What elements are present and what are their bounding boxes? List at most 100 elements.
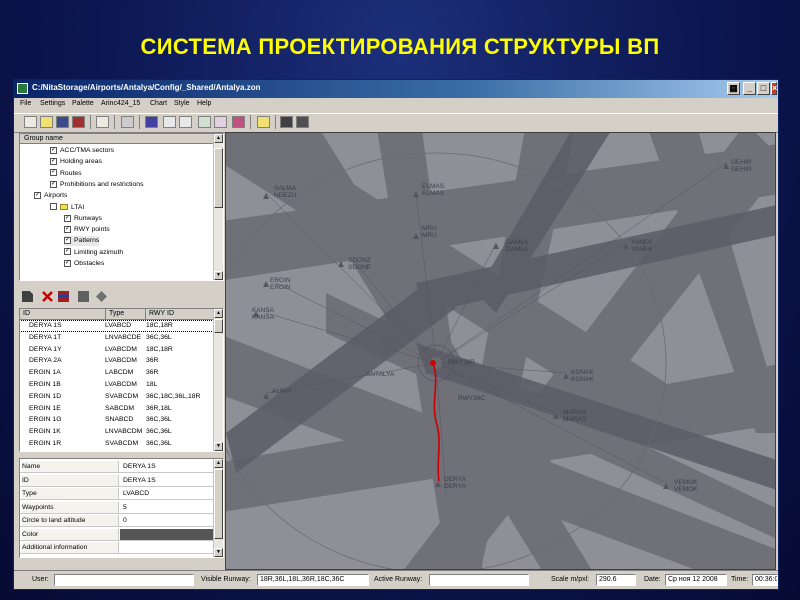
save-icon[interactable] (56, 116, 69, 128)
menu-settings[interactable]: Settings (40, 100, 65, 107)
tree-header[interactable]: Group name (20, 134, 223, 144)
checkbox[interactable]: ✓ (50, 180, 57, 188)
table-row[interactable]: ERGIN 1K LNVABCDM 36C,36L (20, 427, 215, 437)
checkbox[interactable]: ✓ (64, 214, 71, 222)
column-id[interactable]: ID (23, 309, 30, 319)
waypoint-maras[interactable]: MARAS MARAS (563, 409, 586, 423)
stop-icon[interactable] (78, 291, 89, 302)
checkbox[interactable] (50, 203, 57, 211)
tree-item[interactable]: ✓ Runways (64, 214, 102, 224)
checkbox[interactable]: ✓ (64, 248, 71, 256)
property-value[interactable] (120, 528, 214, 540)
tree-item[interactable]: ✓ Airports (34, 191, 67, 201)
table-row[interactable]: ERGIN 1E SABCDM 36R,18L (20, 404, 215, 414)
maximize-button[interactable]: □ (757, 82, 770, 95)
delete-route-icon[interactable] (42, 291, 53, 302)
tree-item[interactable]: LTAI (50, 203, 84, 213)
table-row[interactable]: DERYA 1S LVABCD 18C,18R (20, 320, 216, 332)
waypoint-derya[interactable]: DERYA DERYA (444, 476, 466, 490)
open-layer-icon[interactable] (257, 116, 270, 128)
waypoint-sdonz[interactable]: SDONZ SDONE (348, 257, 371, 271)
menu-palette[interactable]: Palette (72, 100, 94, 107)
scroll-up-icon[interactable]: ▲ (214, 134, 223, 143)
print-icon[interactable] (96, 116, 109, 128)
title-bar[interactable]: C:/NitaStorage/Airports/Antalya/Config/_… (14, 80, 778, 98)
minimize-button[interactable]: _ (743, 82, 756, 95)
checkbox[interactable]: ✓ (64, 259, 71, 267)
tree-item[interactable]: ✓ RWY points (64, 225, 110, 235)
table-row[interactable]: ERGIN 1G SNABCD 36C,36L (20, 415, 215, 425)
map-canvas[interactable]: SALMA NDEZU ELMAS ELMAS MRU MRU DAMLA DAMLA … (225, 132, 776, 570)
waypoint-gehir[interactable]: GEHIR GEHIR (731, 159, 752, 173)
checkbox[interactable]: ✓ (64, 237, 71, 245)
waypoint-konak[interactable]: KONAK KONAK (571, 369, 594, 383)
tree-item[interactable]: ✓ ACC/TMA sectors (50, 146, 114, 156)
pan-crosshair-icon[interactable] (163, 116, 176, 128)
column-rwy-id[interactable]: RWY ID (145, 309, 174, 319)
tree-scrollbar[interactable]: ▲ ▼ (213, 134, 223, 280)
waypoint-damla[interactable]: DAMLA DAMLA (506, 239, 528, 253)
table-row[interactable]: ERGIN 1A LABCDM 36R (20, 368, 215, 378)
checkbox[interactable]: ✓ (50, 169, 57, 177)
waypoint-antalya[interactable]: ANTALYA (366, 371, 394, 378)
scroll-thumb[interactable] (214, 469, 223, 539)
tree-item[interactable]: ✓ Limiting azimuth (64, 248, 123, 258)
tree-item[interactable]: ✓ Prohibitions and restrictions (50, 180, 144, 190)
checkbox[interactable]: ✓ (34, 191, 41, 199)
open-folder-icon[interactable] (40, 116, 53, 128)
waypoint-ergin[interactable]: ERGIN ERGIN (270, 277, 291, 291)
table-row[interactable]: DERYA 1T LNVABCDE 36C,36L (20, 333, 215, 343)
new-file-icon[interactable] (24, 116, 37, 128)
property-value[interactable] (120, 542, 214, 553)
table-row[interactable]: ERGIN 1B LVABCDM 18L (20, 380, 215, 390)
scroll-up-icon[interactable]: ▲ (214, 459, 223, 468)
layout-icon[interactable]: ▦ (727, 82, 740, 95)
property-value[interactable]: DERYA 1S (120, 461, 214, 472)
scroll-thumb[interactable] (214, 319, 223, 333)
save-as-icon[interactable] (72, 116, 85, 128)
menu-help[interactable]: Help (197, 100, 211, 107)
route-list-icon[interactable] (58, 291, 69, 302)
waypoint-elmas[interactable]: ELMAS ELMAS (422, 183, 444, 197)
measure-icon[interactable] (214, 116, 227, 128)
waypoint-alpay[interactable]: ALPAY (272, 388, 292, 395)
dropdown-arrow-icon[interactable] (121, 116, 134, 128)
table-row[interactable]: ERGIN 1D SVABCDM 36C,18C,36L,18R (20, 392, 215, 402)
tree-item[interactable]: ✓ Patterns (64, 236, 100, 247)
scroll-thumb[interactable] (214, 148, 223, 208)
menu-chart[interactable]: Chart (150, 100, 167, 107)
menu-arinc[interactable]: Arinc424_15 (101, 100, 140, 107)
export-icon[interactable] (280, 116, 293, 128)
waypoint-yanek[interactable]: YANEK YANEK (631, 239, 653, 253)
waypoint-mru[interactable]: MRU MRU (422, 225, 437, 239)
table-row[interactable]: DERYA 1Y LVABCDM 18C,18R (20, 345, 215, 355)
routes-scrollbar[interactable]: ▲ ▼ (213, 309, 223, 451)
checkbox[interactable]: ✓ (50, 146, 57, 154)
grid-icon[interactable] (198, 116, 211, 128)
property-value[interactable]: 5 (120, 502, 214, 513)
select-icon[interactable] (145, 116, 158, 128)
property-value[interactable]: 0 (120, 515, 214, 526)
scroll-down-icon[interactable]: ▼ (214, 442, 223, 451)
checkbox[interactable]: ✓ (50, 158, 57, 165)
airspace-map[interactable] (226, 133, 776, 570)
property-value[interactable]: LVABCD (120, 488, 214, 499)
scroll-up-icon[interactable]: ▲ (214, 309, 223, 318)
palette-icon[interactable] (232, 116, 245, 128)
zoom-icon[interactable] (179, 116, 192, 128)
menu-file[interactable]: File (20, 100, 31, 107)
column-type[interactable]: Type (105, 309, 124, 319)
new-route-icon[interactable] (22, 291, 33, 302)
menu-style[interactable]: Style (174, 100, 190, 107)
checkbox[interactable]: ✓ (64, 225, 71, 233)
scroll-down-icon[interactable]: ▼ (214, 271, 223, 280)
tree-item[interactable]: ✓ Routes (50, 169, 82, 179)
table-row[interactable]: DERYA 2A LVABCDM 36R (20, 356, 215, 366)
waypoint-salma[interactable]: SALMA NDEZU (274, 185, 296, 199)
properties-scrollbar[interactable]: ▲ ▼ (213, 459, 223, 557)
tree-item[interactable]: ✓ Obstacles (64, 259, 104, 269)
waypoint-vemok[interactable]: VEMOK VEMOK (674, 479, 697, 493)
layers-icon[interactable] (96, 291, 107, 302)
property-value[interactable]: DERYA 1S (120, 475, 214, 486)
fullscreen-icon[interactable] (296, 116, 309, 128)
